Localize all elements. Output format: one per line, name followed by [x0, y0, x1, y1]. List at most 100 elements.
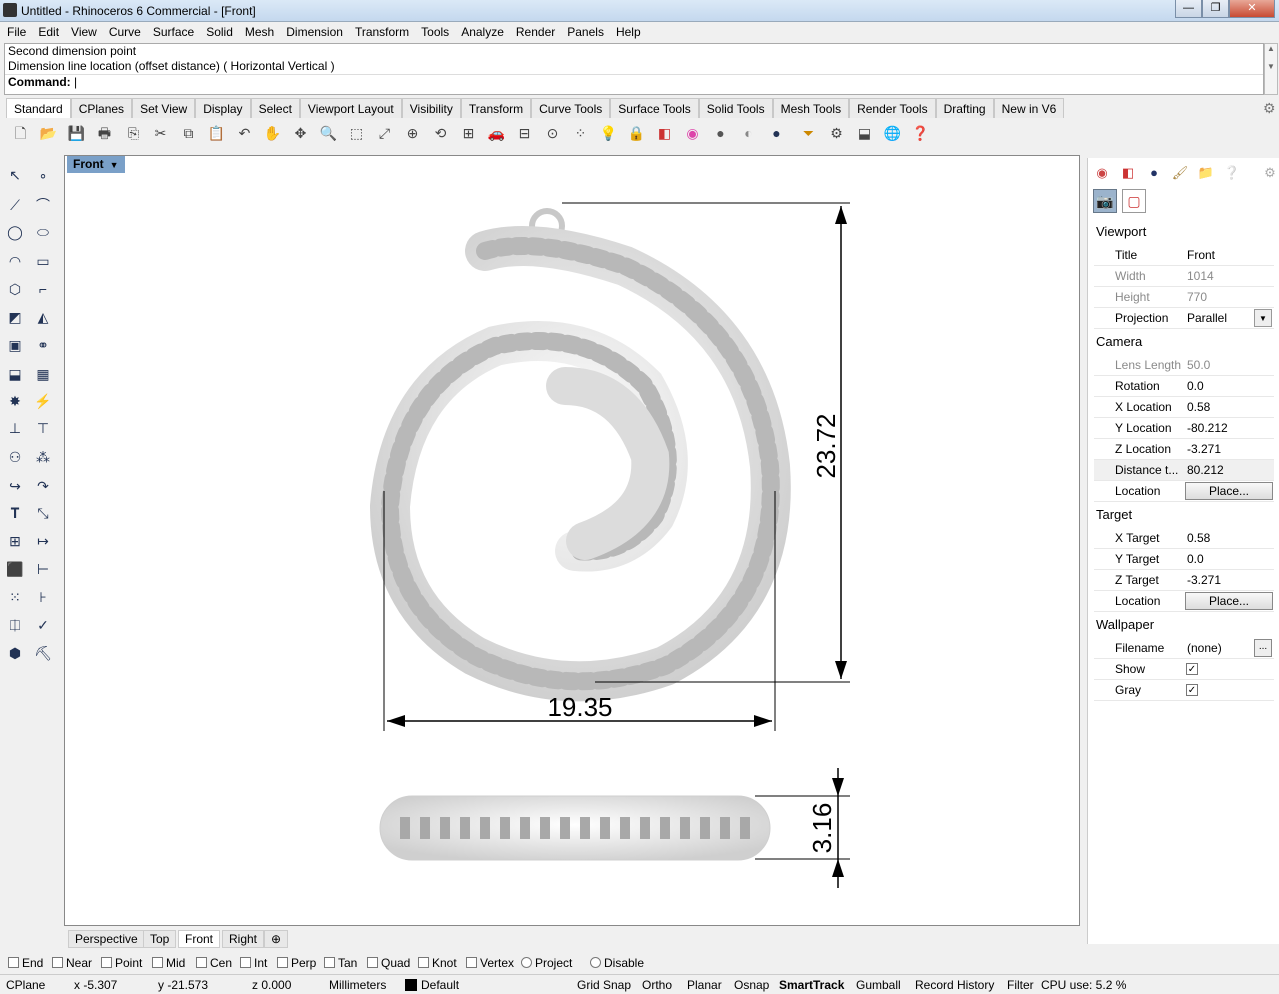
light-bulb-icon[interactable]: 💡	[598, 123, 619, 144]
camera-icon[interactable]: 📷	[1093, 189, 1117, 213]
osnap-quad[interactable]: Quad	[367, 956, 410, 970]
property-row[interactable]: Title Front	[1094, 245, 1274, 266]
save-icon[interactable]: 💾	[66, 123, 87, 144]
chevron-down-icon[interactable]: ▼	[110, 160, 119, 170]
offset-curve-icon[interactable]: ↷	[31, 474, 55, 498]
osnap-tan[interactable]: Tan	[324, 956, 357, 970]
boolean-split-icon[interactable]: ⁂	[31, 445, 55, 469]
join-icon[interactable]: ⊤	[31, 416, 55, 440]
menu-curve[interactable]: Curve	[102, 22, 146, 39]
menu-mesh[interactable]: Mesh	[238, 22, 279, 39]
front-viewport[interactable]: 23.72 19.35 3.16	[64, 155, 1080, 926]
menu-panels[interactable]: Panels	[560, 22, 609, 39]
dimension-icon[interactable]: ↦	[31, 529, 55, 553]
property-row[interactable]: X Location 0.58	[1094, 397, 1274, 418]
four-viewports-icon[interactable]: ⊞	[458, 123, 479, 144]
maximize-button[interactable]: ❐	[1202, 0, 1229, 18]
property-row[interactable]: Rotation 0.0	[1094, 376, 1274, 397]
menu-render[interactable]: Render	[509, 22, 560, 39]
render-sphere-icon[interactable]: ●	[766, 123, 787, 144]
menu-edit[interactable]: Edit	[31, 22, 64, 39]
rotate-view-icon[interactable]: ⟲	[430, 123, 451, 144]
extrude-icon[interactable]: ⬓	[3, 362, 27, 386]
osnap-end[interactable]: End	[8, 956, 43, 970]
tab-transform[interactable]: Transform	[460, 98, 532, 118]
projection-select[interactable]: Parallel	[1187, 311, 1227, 325]
cplane-icon[interactable]: ⊙	[542, 123, 563, 144]
grid-array-icon[interactable]: ⁙	[3, 585, 27, 609]
pan-hand-icon[interactable]: ✋	[262, 123, 283, 144]
tab-set-view[interactable]: Set View	[132, 98, 196, 118]
command-history[interactable]: Second dimension point Dimension line lo…	[4, 43, 1264, 95]
units-label[interactable]: Millimeters	[329, 978, 386, 992]
box-icon[interactable]: ▣	[3, 333, 27, 357]
menu-surface[interactable]: Surface	[146, 22, 199, 39]
menu-analyze[interactable]: Analyze	[454, 22, 509, 39]
tab-front[interactable]: Front	[178, 930, 221, 948]
fillet-icon[interactable]: ⌐	[31, 277, 55, 301]
tab-top[interactable]: Top	[143, 930, 177, 948]
checkbox[interactable]	[324, 957, 335, 968]
tab-mesh-tools[interactable]: Mesh Tools	[772, 98, 850, 118]
move-view-icon[interactable]: ✥	[290, 123, 311, 144]
render-sphere-icon[interactable]: ●	[1144, 164, 1164, 182]
loft-icon[interactable]: ◭	[31, 305, 55, 329]
zoom-extents-icon[interactable]: ⤢	[374, 123, 395, 144]
print-icon[interactable]: 🖶	[94, 123, 115, 144]
tab-render-tools[interactable]: Render Tools	[849, 98, 936, 118]
property-row[interactable]: Projection Parallel ▼	[1094, 308, 1274, 329]
property-row[interactable]: Y Location -80.212	[1094, 418, 1274, 439]
checkbox[interactable]	[152, 957, 163, 968]
globe-icon[interactable]: 🌐	[882, 123, 903, 144]
polyline-icon[interactable]: ⟋	[3, 193, 27, 217]
pendant-model[interactable]	[369, 208, 791, 861]
mesh-icon[interactable]: ▦	[31, 362, 55, 386]
linear-dimension-icon[interactable]: ⊢	[31, 557, 55, 581]
tab-curve-tools[interactable]: Curve Tools	[531, 98, 611, 118]
add-viewport-icon[interactable]: ⊕	[264, 930, 289, 948]
tab-solid-tools[interactable]: Solid Tools	[698, 98, 773, 118]
shaded-sphere-icon[interactable]: ●	[710, 123, 731, 144]
osnap-point[interactable]: Point	[101, 956, 142, 970]
osnap-knot[interactable]: Knot	[418, 956, 457, 970]
folder-icon[interactable]: 📁	[1196, 164, 1216, 182]
text-icon[interactable]: 𝐓	[3, 501, 27, 525]
property-value[interactable]: 80.212	[1187, 463, 1224, 477]
osnap-vertex[interactable]: Vertex	[466, 956, 514, 970]
tab-surface-tools[interactable]: Surface Tools	[610, 98, 699, 118]
menu-solid[interactable]: Solid	[199, 22, 238, 39]
checkbox[interactable]	[521, 957, 532, 968]
grid-snap-toggle[interactable]: Grid Snap	[577, 978, 631, 992]
osnap-int[interactable]: Int	[240, 956, 267, 970]
filter-icon[interactable]: ⏷	[798, 123, 819, 144]
property-row[interactable]: Distance t... 80.212	[1094, 460, 1274, 481]
brush-icon[interactable]: 🖌	[1170, 164, 1190, 182]
checkbox[interactable]	[590, 957, 601, 968]
tab-perspective[interactable]: Perspective	[68, 930, 145, 948]
rendered-sphere-icon[interactable]: ◐	[738, 123, 759, 144]
zoom-icon[interactable]: 🔍	[318, 123, 339, 144]
osnap-near[interactable]: Near	[52, 956, 92, 970]
trim-icon[interactable]: ⚡	[31, 389, 55, 413]
tab-standard[interactable]: Standard	[6, 98, 71, 118]
record-history-toggle[interactable]: Record History	[915, 978, 994, 992]
property-value[interactable]: 0.0	[1187, 552, 1204, 566]
property-value[interactable]: -80.212	[1187, 421, 1228, 435]
smarttrack-toggle[interactable]: SmartTrack	[779, 978, 844, 992]
filter-button[interactable]: Filter	[1007, 978, 1034, 992]
tab-new-in-v6[interactable]: New in V6	[993, 98, 1065, 118]
tab-visibility[interactable]: Visibility	[401, 98, 461, 118]
paste-icon[interactable]: 📋	[206, 123, 227, 144]
zoom-selected-icon[interactable]: ⊕	[402, 123, 423, 144]
surface-icon[interactable]: ◩	[3, 305, 27, 329]
solid-box-icon[interactable]: ⬢	[3, 641, 27, 665]
tab-viewport-layout[interactable]: Viewport Layout	[299, 98, 402, 118]
import-icon[interactable]: ⎘	[123, 123, 144, 144]
menu-tools[interactable]: Tools	[414, 22, 454, 39]
color-wheel-icon[interactable]: ◉	[1092, 164, 1112, 182]
curve-icon[interactable]: ⌒	[31, 193, 55, 217]
polygon-icon[interactable]: ⬡	[3, 277, 27, 301]
menu-help[interactable]: Help	[609, 22, 646, 39]
command-scrollbar[interactable]: ▲ ▼	[1264, 43, 1278, 95]
gear-icon[interactable]: ⚙	[1263, 100, 1276, 117]
